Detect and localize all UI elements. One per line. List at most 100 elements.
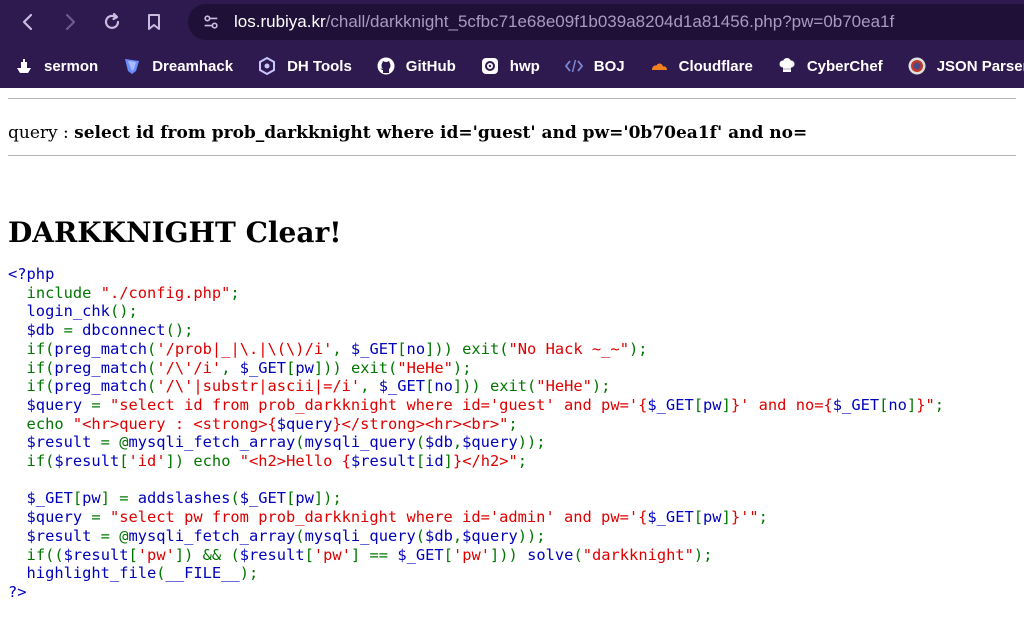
code-line: $query = "select pw from prob_darkknight… bbox=[8, 508, 768, 526]
code-token: ] bbox=[721, 395, 731, 414]
code-token: }'" bbox=[730, 508, 759, 527]
code-token: $_GET bbox=[8, 489, 73, 508]
url-path: /chall/darkknight_5cfbc71e68e09f1b039a82… bbox=[325, 12, 895, 31]
code-line: $query = "select id from prob_darkknight… bbox=[8, 395, 945, 414]
site-settings-icon[interactable] bbox=[202, 13, 220, 31]
bookmark-label: CyberChef bbox=[806, 57, 883, 75]
code-token: $query bbox=[276, 414, 333, 433]
code-token: pw bbox=[703, 508, 722, 527]
address-bar[interactable]: los.rubiya.kr/chall/darkknight_5cfbc71e6… bbox=[188, 4, 1024, 40]
code-token: [ bbox=[119, 452, 129, 471]
code-line: if(preg_match('/\'|substr|ascii|=/i', $_… bbox=[8, 377, 611, 396]
bookmark-sermon[interactable]: sermon bbox=[14, 56, 98, 76]
code-token: [ bbox=[693, 395, 704, 414]
bookmark-cyberchef[interactable]: CyberChef bbox=[777, 56, 883, 76]
code-token: "<hr>query : <strong>{ bbox=[72, 414, 277, 433]
code-token: __FILE__ bbox=[165, 564, 240, 583]
code-token: if( bbox=[26, 358, 55, 377]
code-token: $_GET bbox=[832, 395, 880, 414]
code-token: $_GET bbox=[647, 508, 694, 527]
code-token: ]) && ( bbox=[174, 545, 240, 564]
code-token: , bbox=[360, 377, 379, 396]
code-token: preg_match bbox=[54, 377, 148, 396]
bookmark-button[interactable] bbox=[136, 4, 172, 40]
code-token: ( bbox=[147, 358, 157, 377]
code-token: , bbox=[452, 433, 463, 452]
code-token: 'pw' bbox=[452, 545, 491, 564]
code-token: ; bbox=[934, 395, 945, 414]
bookmark-icon bbox=[148, 14, 160, 30]
code-token: 'pw' bbox=[313, 545, 351, 564]
bookmark-label: GitHub bbox=[405, 57, 456, 75]
code-token: "select id from prob_darkknight where id… bbox=[109, 395, 648, 414]
code-token: ?> bbox=[8, 582, 27, 601]
cloud-icon bbox=[649, 56, 669, 76]
code-token: no bbox=[406, 339, 426, 358]
code-token: $result bbox=[63, 545, 129, 564]
code-token: ( bbox=[156, 564, 166, 583]
code-token: [ bbox=[693, 508, 704, 527]
code-token: login_chk bbox=[8, 302, 110, 321]
bookmark-dreamhack[interactable]: Dreamhack bbox=[122, 56, 233, 76]
code-token: $db bbox=[425, 526, 453, 545]
bookmark-label: Cloudflare bbox=[678, 57, 753, 75]
forward-button[interactable] bbox=[52, 4, 88, 40]
bookmark-github[interactable]: GitHub bbox=[376, 56, 456, 76]
code-token: 'id' bbox=[128, 452, 166, 471]
code-line: $db = dbconnect(); bbox=[8, 321, 194, 340]
code-token: if( bbox=[26, 339, 55, 358]
code-token: addslashes bbox=[137, 489, 231, 508]
bookmark-cloudflare[interactable]: Cloudflare bbox=[649, 56, 753, 76]
code-token: , bbox=[221, 358, 240, 377]
code-token: [ bbox=[415, 452, 426, 471]
code-token: ( bbox=[573, 545, 583, 564]
reload-button[interactable] bbox=[94, 4, 130, 40]
code-token: $_GET bbox=[350, 339, 398, 358]
bookmarks-bar: sermon Dreamhack DH Tools GitHub hwp BOJ… bbox=[0, 44, 1024, 88]
code-token: preg_match bbox=[54, 339, 148, 358]
dreamhack-shield-icon bbox=[122, 56, 142, 76]
code-token: ])) bbox=[490, 545, 528, 564]
code-token: [ bbox=[72, 489, 83, 508]
code-token: solve bbox=[527, 545, 574, 564]
code-token: ] bbox=[721, 508, 731, 527]
bookmark-label: JSON Parser bbox=[936, 57, 1024, 75]
code-token: ] bbox=[906, 395, 917, 414]
code-token: $result bbox=[54, 452, 120, 471]
code-line: if($result['id']) echo "<h2>Hello {$resu… bbox=[8, 452, 528, 471]
code-line: ?> bbox=[8, 583, 27, 601]
code-token: '/\'|substr|ascii|=/i' bbox=[156, 377, 361, 396]
page-content: query : select id from prob_darkknight w… bbox=[0, 88, 1024, 602]
php-source-code: <?php include "./config.php"; login_chk(… bbox=[8, 265, 1016, 602]
code-token: $_GET bbox=[397, 545, 444, 564]
code-brackets-icon bbox=[564, 56, 584, 76]
code-token: ( bbox=[230, 489, 240, 508]
code-token: $result bbox=[8, 433, 101, 452]
code-token: ]); bbox=[313, 489, 342, 508]
code-line: if(($result['pw']) && ($result['pw'] == … bbox=[8, 545, 713, 564]
bookmark-label: BOJ bbox=[593, 57, 625, 75]
bookmark-boj[interactable]: BOJ bbox=[564, 56, 625, 76]
code-line: include "./config.php"; bbox=[8, 284, 240, 302]
code-token: "No Hack ~_~" bbox=[508, 339, 629, 358]
hexagon-icon bbox=[257, 56, 277, 76]
reload-icon bbox=[104, 12, 120, 29]
bookmark-json-parser[interactable]: JSON Parser bbox=[907, 56, 1024, 76]
bookmark-dh-tools[interactable]: DH Tools bbox=[257, 56, 352, 76]
code-line: $result = @mysqli_fetch_array(mysqli_que… bbox=[8, 433, 546, 451]
code-token: $result bbox=[350, 452, 416, 471]
bookmark-hwp[interactable]: hwp bbox=[480, 56, 540, 76]
code-token: = bbox=[91, 508, 110, 527]
code-token: pw bbox=[295, 358, 314, 377]
github-icon bbox=[376, 56, 396, 76]
code-token: mysqli_query bbox=[304, 526, 416, 545]
code-token: "./config.php" bbox=[100, 283, 231, 302]
code-token: [ bbox=[879, 395, 889, 414]
code-token: }" bbox=[916, 395, 935, 414]
back-button[interactable] bbox=[10, 4, 46, 40]
code-token: dbconnect bbox=[82, 321, 166, 340]
